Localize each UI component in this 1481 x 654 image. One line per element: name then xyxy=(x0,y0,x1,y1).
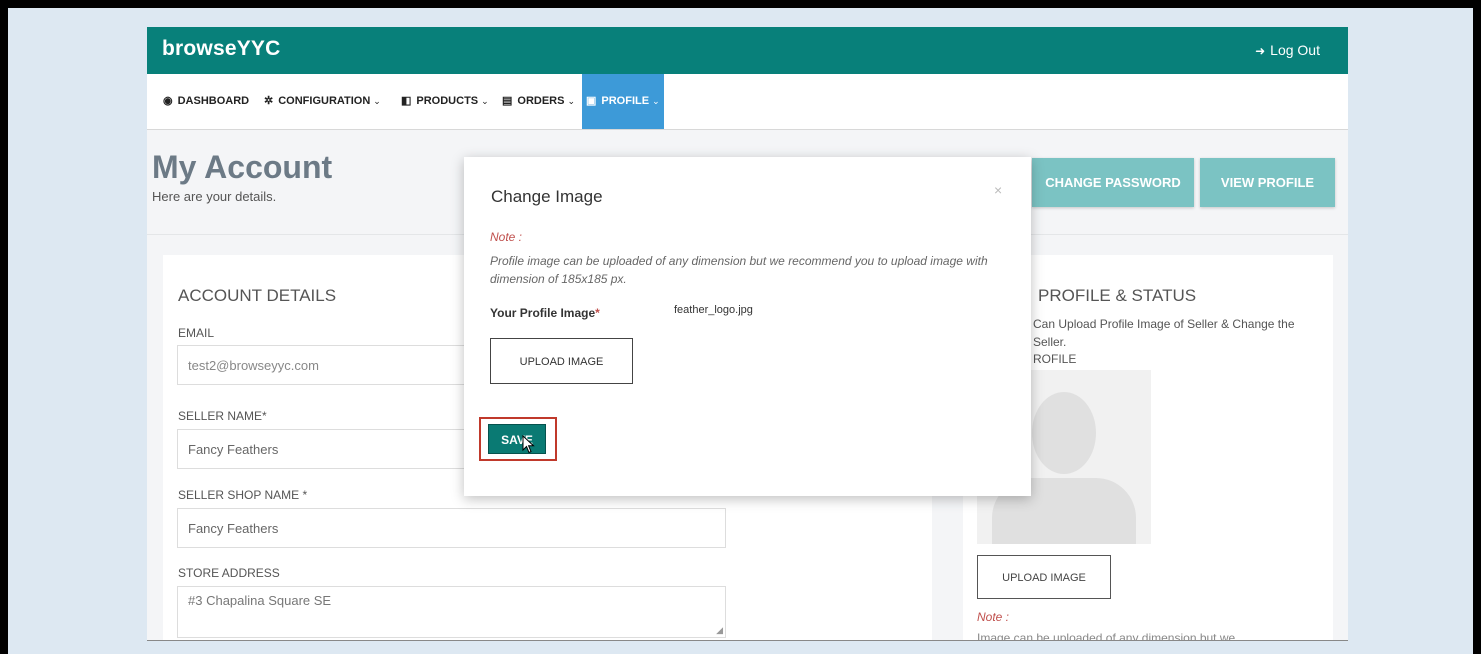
products-icon: ◧ xyxy=(401,95,412,107)
page-title: My Account xyxy=(152,149,333,185)
modal-note-label: Note : xyxy=(490,230,523,244)
chevron-down-icon: ⌄ xyxy=(373,96,381,106)
modal-note-text: Profile image can be uploaded of any dim… xyxy=(490,254,988,286)
profile-desc-line2: Seller. xyxy=(1033,335,1067,349)
nav-orders-label: ORDERS xyxy=(517,95,565,107)
modal-title: Change Image xyxy=(491,187,603,206)
view-profile-button[interactable]: VIEW PROFILE xyxy=(1200,158,1335,207)
nav-configuration-label: CONFIGURATION xyxy=(278,95,371,107)
logout-label: Log Out xyxy=(1270,42,1320,58)
resize-handle-icon[interactable]: ◢ xyxy=(716,625,723,636)
browser-viewport: browseYYC ➜ Log Out ◉ DASHBOARD ✲ CONFIGURA… xyxy=(147,27,1348,641)
close-icon[interactable]: × xyxy=(994,182,1002,198)
upload-image-button-panel[interactable]: UPLOAD IMAGE xyxy=(977,555,1111,599)
profile-note-text: Image can be uploaded of any dimension b… xyxy=(977,631,1236,641)
profile-desc-line1: Can Upload Profile Image of Seller & Cha… xyxy=(1033,317,1295,331)
profile-icon: ▣ xyxy=(586,95,597,107)
shop-name-field[interactable]: Fancy Feathers xyxy=(177,508,726,548)
gear-icon: ✲ xyxy=(264,95,274,107)
store-address-value: #3 Chapalina Square SE xyxy=(188,593,332,608)
profile-image-label: ROFILE xyxy=(1033,352,1077,366)
profile-status-title: PROFILE & STATUS xyxy=(1038,286,1197,305)
nav-dashboard-label: DASHBOARD xyxy=(177,95,250,107)
profile-image-label-text: Your Profile Image xyxy=(490,306,596,320)
dashboard-icon: ◉ xyxy=(163,95,173,107)
nav-orders[interactable]: ▤ ORDERS ⌄ xyxy=(502,74,575,129)
store-address-label: STORE ADDRESS xyxy=(178,566,280,580)
chevron-down-icon: ⌄ xyxy=(481,96,489,106)
logout-link[interactable]: ➜ Log Out xyxy=(1255,42,1320,58)
nav-profile[interactable]: ▣ PROFILE ⌄ xyxy=(582,74,664,129)
nav-products[interactable]: ◧ PRODUCTS ⌄ xyxy=(401,74,489,129)
change-password-button[interactable]: CHANGE PASSWORD xyxy=(1032,158,1194,207)
selected-file-name: feather_logo.jpg xyxy=(674,304,753,316)
seller-name-label: SELLER NAME* xyxy=(178,409,267,423)
store-address-field[interactable]: #3 Chapalina Square SE ◢ xyxy=(177,586,726,638)
avatar-head xyxy=(1032,392,1096,474)
upload-image-button[interactable]: UPLOAD IMAGE xyxy=(490,338,633,384)
profile-image-field-label: Your Profile Image* xyxy=(490,306,600,320)
nav-configuration[interactable]: ✲ CONFIGURATION ⌄ xyxy=(264,74,381,129)
mouse-cursor-icon xyxy=(522,435,535,454)
chevron-down-icon: ⌄ xyxy=(567,96,576,106)
nav-profile-label: PROFILE xyxy=(601,95,650,107)
required-mark: * xyxy=(595,306,600,320)
change-image-modal: Change Image × Note : Profile image can … xyxy=(464,157,1031,496)
nav-products-label: PRODUCTS xyxy=(416,95,479,107)
logout-icon: ➜ xyxy=(1255,44,1266,58)
orders-icon: ▤ xyxy=(502,95,513,107)
page-subtitle: Here are your details. xyxy=(152,189,277,204)
profile-note-label: Note : xyxy=(977,610,1010,624)
brand-logo[interactable]: browseYYC xyxy=(162,37,281,61)
account-details-title: ACCOUNT DETAILS xyxy=(178,286,337,305)
email-label: EMAIL xyxy=(178,326,215,340)
shop-name-label: SELLER SHOP NAME * xyxy=(178,488,308,502)
main-nav: ◉ DASHBOARD ✲ CONFIGURATION ⌄ ◧ PRODUCTS ⌄ ▤ O… xyxy=(147,74,1348,130)
nav-dashboard[interactable]: ◉ DASHBOARD xyxy=(163,74,249,129)
save-button[interactable]: SAVE xyxy=(488,424,546,454)
chevron-down-icon: ⌄ xyxy=(652,96,660,106)
screen-frame: browseYYC ➜ Log Out ◉ DASHBOARD ✲ CONFIGURA… xyxy=(8,8,1473,654)
top-bar: browseYYC ➜ Log Out xyxy=(147,27,1348,74)
